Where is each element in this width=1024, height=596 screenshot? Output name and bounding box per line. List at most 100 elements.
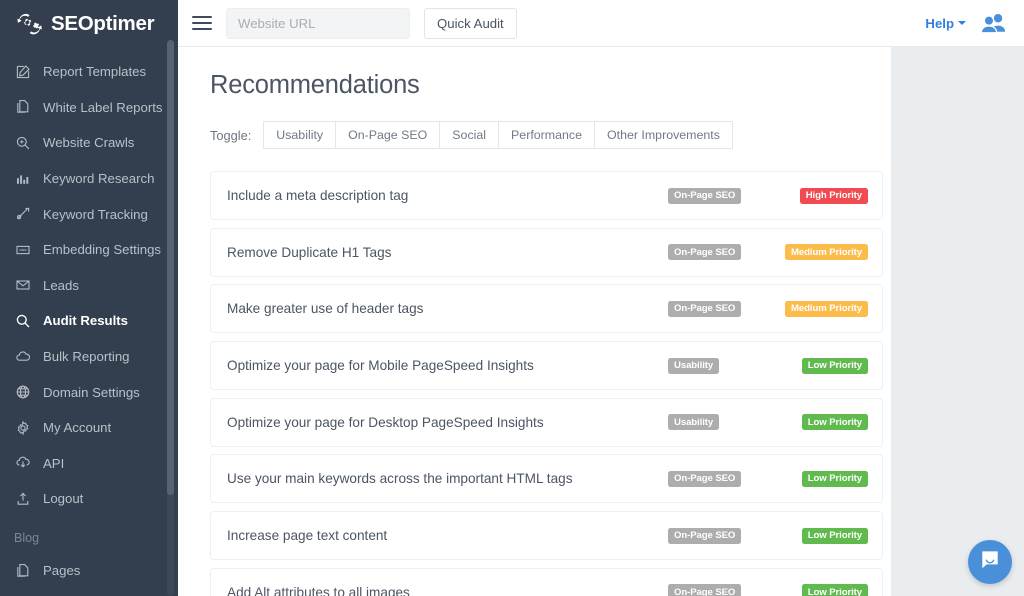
hamburger-icon[interactable]: [192, 13, 212, 33]
sidebar-item-label: Website Crawls: [43, 135, 134, 150]
sidebar-item-label: Keyword Tracking: [43, 207, 148, 222]
sidebar-item-label: API: [43, 456, 64, 471]
sidebar-item-domain-settings[interactable]: Domain Settings: [0, 374, 178, 410]
sidebar-scrollbar-thumb[interactable]: [167, 40, 174, 495]
table-row[interactable]: Optimize your page for Mobile PageSpeed …: [210, 341, 883, 390]
priority-cell: Medium Priority: [778, 244, 868, 260]
sidebar-item-label: Leads: [43, 278, 79, 293]
logout-upload-icon: [14, 490, 32, 508]
people-icon[interactable]: [980, 12, 1006, 34]
brand-name: SEOptimer: [51, 12, 154, 36]
recommendation-title: Increase page text content: [227, 528, 668, 543]
table-row[interactable]: Remove Duplicate H1 Tags On-Page SEO Med…: [210, 228, 883, 277]
sidebar-item-leads[interactable]: Leads: [0, 268, 178, 304]
search-plus-icon: [14, 134, 32, 152]
category-cell: On-Page SEO: [668, 471, 778, 487]
category-cell: On-Page SEO: [668, 584, 778, 596]
sidebar-item-website-crawls[interactable]: Website Crawls: [0, 125, 178, 161]
tab-social[interactable]: Social: [440, 121, 499, 149]
chat-bubble-icon: [979, 549, 1001, 576]
search-icon: [14, 312, 32, 330]
cloud-download-icon: [14, 454, 32, 472]
tab-usability[interactable]: Usability: [263, 121, 336, 149]
edit-square-icon: [14, 63, 32, 81]
recommendation-title: Remove Duplicate H1 Tags: [227, 245, 668, 260]
recommendation-title: Add Alt attributes to all images: [227, 585, 668, 596]
category-cell: Usability: [668, 358, 778, 374]
sidebar-item-pages[interactable]: Pages: [0, 553, 178, 589]
tab-on-page-seo[interactable]: On-Page SEO: [336, 121, 440, 149]
search-input[interactable]: [226, 8, 410, 39]
chevron-down-icon: [958, 21, 966, 25]
status-badge: Low Priority: [802, 528, 868, 544]
sidebar-item-keyword-tracking[interactable]: Keyword Tracking: [0, 196, 178, 232]
sidebar-item-white-label-reports[interactable]: White Label Reports: [0, 90, 178, 126]
table-row[interactable]: Make greater use of header tags On-Page …: [210, 284, 883, 333]
sidebar-item-my-account[interactable]: My Account: [0, 410, 178, 446]
documents-icon: [14, 98, 32, 116]
table-row[interactable]: Include a meta description tag On-Page S…: [210, 171, 883, 220]
recommendation-title: Optimize your page for Mobile PageSpeed …: [227, 358, 668, 373]
status-badge: On-Page SEO: [668, 528, 741, 544]
bar-chart-icon: [14, 170, 32, 188]
page-background: [891, 47, 1024, 596]
tab-performance[interactable]: Performance: [499, 121, 595, 149]
envelope-icon: [14, 276, 32, 294]
priority-cell: Low Priority: [778, 528, 868, 544]
status-badge: On-Page SEO: [668, 244, 741, 260]
sidebar-item-audit-results[interactable]: Audit Results: [0, 303, 178, 339]
priority-cell: Medium Priority: [778, 301, 868, 317]
status-badge: Medium Priority: [785, 244, 868, 260]
toggle-label: Toggle:: [210, 128, 251, 143]
sidebar-item-keyword-research[interactable]: Keyword Research: [0, 161, 178, 197]
category-cell: On-Page SEO: [668, 188, 778, 204]
table-row[interactable]: Add Alt attributes to all images On-Page…: [210, 568, 883, 596]
sidebar-item-label: Pages: [43, 563, 80, 578]
content-wrap: Recommendations Toggle: Usability On-Pag…: [178, 47, 1024, 596]
sidebar-item-bulk-reporting[interactable]: Bulk Reporting: [0, 339, 178, 375]
sidebar-scrollbar[interactable]: [167, 40, 174, 596]
toggle-group: Usability On-Page SEO Social Performance…: [263, 121, 733, 149]
sidebar-item-report-templates[interactable]: Report Templates: [0, 54, 178, 90]
chat-widget-button[interactable]: [968, 540, 1012, 584]
trend-line-icon: [14, 205, 32, 223]
help-menu[interactable]: Help: [925, 16, 966, 31]
sidebar-item-embedding-settings[interactable]: Embedding Settings: [0, 232, 178, 268]
category-cell: Usability: [668, 414, 778, 430]
category-cell: On-Page SEO: [668, 244, 778, 260]
brand[interactable]: SEOptimer: [0, 0, 178, 47]
sidebar-item-logout[interactable]: Logout: [0, 481, 178, 517]
status-badge: Low Priority: [802, 414, 868, 430]
status-badge: Usability: [668, 414, 719, 430]
status-badge: Low Priority: [802, 584, 868, 596]
priority-cell: Low Priority: [778, 584, 868, 596]
sidebar-section-blog: Blog: [0, 517, 178, 553]
app-root: SEOptimer Report Templates White Label R…: [0, 0, 1024, 596]
priority-cell: Low Priority: [778, 471, 868, 487]
status-badge: On-Page SEO: [668, 584, 741, 596]
table-row[interactable]: Increase page text content On-Page SEO L…: [210, 511, 883, 560]
main-region: Quick Audit Help Recommendations Toggle: [178, 0, 1024, 596]
sidebar-item-label: Bulk Reporting: [43, 349, 130, 364]
table-row[interactable]: Optimize your page for Desktop PageSpeed…: [210, 398, 883, 447]
table-row[interactable]: Use your main keywords across the import…: [210, 454, 883, 503]
sidebar-item-label: Report Templates: [43, 64, 146, 79]
status-badge: Usability: [668, 358, 719, 374]
sidebar-item-label: Audit Results: [43, 313, 128, 328]
quick-audit-button[interactable]: Quick Audit: [424, 8, 517, 39]
recommendations-list: Include a meta description tag On-Page S…: [178, 149, 891, 596]
status-badge: Low Priority: [802, 471, 868, 487]
tab-other-improvements[interactable]: Other Improvements: [595, 121, 733, 149]
recommendation-title: Make greater use of header tags: [227, 301, 668, 316]
status-badge: On-Page SEO: [668, 471, 741, 487]
sidebar-item-api[interactable]: API: [0, 446, 178, 482]
gear-icon: [14, 419, 32, 437]
status-badge: High Priority: [800, 188, 868, 204]
sidebar-item-label: Domain Settings: [43, 385, 140, 400]
help-label: Help: [925, 16, 954, 31]
recommendation-title: Use your main keywords across the import…: [227, 471, 668, 486]
page-title: Recommendations: [178, 47, 891, 100]
embed-box-icon: [14, 241, 32, 259]
seoptimer-gears-logo-icon: [14, 9, 44, 39]
sidebar-nav: Report Templates White Label Reports Web…: [0, 47, 178, 588]
